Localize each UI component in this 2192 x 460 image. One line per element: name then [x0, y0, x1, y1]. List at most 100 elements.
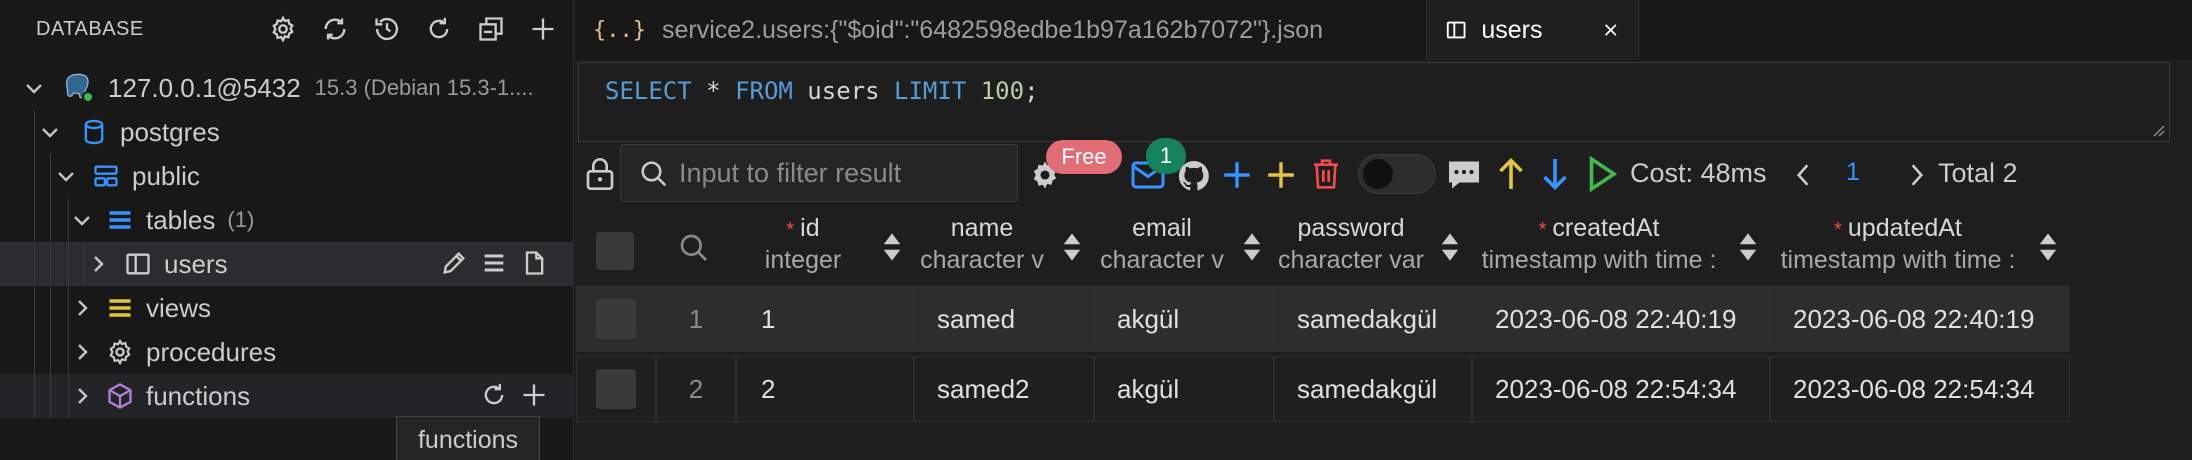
tree-tables-group[interactable]: tables (1)	[0, 198, 574, 242]
tree-connection[interactable]: 127.0.0.1@5432 15.3 (Debian 15.3-1....	[0, 66, 574, 110]
sort-icon[interactable]	[882, 232, 902, 262]
column-type: integer	[764, 246, 842, 274]
column-type: character v	[920, 246, 1044, 274]
cell-updatedAt[interactable]: 2023-06-08 22:40:19	[1770, 286, 2070, 352]
reload-icon[interactable]	[420, 10, 458, 48]
insert-icon[interactable]	[1264, 158, 1298, 192]
cell-createdAt[interactable]: 2023-06-08 22:40:19	[1472, 286, 1770, 352]
column-header-password[interactable]: password character var	[1272, 210, 1470, 286]
sort-icon[interactable]	[1738, 232, 1758, 262]
tree-functions-group[interactable]: functions	[0, 374, 574, 418]
column-header-createdAt[interactable]: * createdAt timestamp with time :	[1470, 210, 1768, 286]
cell-id[interactable]: 1	[736, 286, 914, 352]
required-marker: *	[1834, 219, 1842, 241]
github-icon[interactable]	[1176, 158, 1212, 194]
row-index: 1	[656, 286, 736, 352]
resize-grip-icon[interactable]	[2151, 123, 2165, 137]
sort-icon[interactable]	[1440, 232, 1460, 262]
filter-input-box[interactable]	[620, 144, 1018, 202]
views-list-icon	[109, 299, 131, 317]
schema-name: public	[132, 160, 200, 191]
reload-icon[interactable]	[480, 381, 508, 409]
sql-query: SELECT * FROM users LIMIT 100;	[605, 77, 1039, 105]
gear-icon[interactable]	[264, 10, 302, 48]
sort-icon[interactable]	[2038, 232, 2058, 262]
run-play-icon[interactable]	[1586, 156, 1618, 192]
column-name: password	[1297, 214, 1405, 242]
row-select-cell[interactable]	[576, 356, 656, 422]
tree-table-users[interactable]: users	[0, 242, 574, 286]
sort-icon[interactable]	[1242, 232, 1262, 262]
comment-icon[interactable]	[1446, 158, 1482, 192]
column-header-updatedAt[interactable]: * updatedAt timestamp with time :	[1768, 210, 2068, 286]
tree-procedures-group[interactable]: procedures	[0, 330, 574, 374]
arrow-down-icon[interactable]	[1540, 156, 1570, 192]
filter-input[interactable]	[679, 155, 999, 191]
cell-createdAt[interactable]: 2023-06-08 22:54:34	[1472, 356, 1770, 422]
refresh-icon[interactable]	[316, 10, 354, 48]
chevron-left-icon[interactable]	[1792, 162, 1814, 188]
connection-version: 15.3 (Debian 15.3-1....	[314, 75, 534, 100]
total-count: Total 2	[1938, 158, 2018, 188]
cell-name[interactable]: samed2	[914, 356, 1094, 422]
chevron-down-icon	[58, 172, 74, 182]
cell-id[interactable]: 2	[736, 356, 914, 422]
tree-database[interactable]: postgres	[0, 110, 574, 154]
cell-updatedAt[interactable]: 2023-06-08 22:54:34	[1770, 356, 2070, 422]
chevron-right-icon	[78, 344, 88, 360]
procedures-label: procedures	[146, 336, 277, 367]
chevron-down-icon	[42, 128, 58, 138]
table-row-actions	[440, 249, 548, 277]
column-header-name[interactable]: name character v	[912, 210, 1092, 286]
json-icon: {..}	[593, 17, 646, 43]
column-name: name	[950, 214, 1014, 242]
current-page[interactable]: 1	[1846, 158, 1860, 187]
cell-password[interactable]: samedakgül	[1274, 286, 1472, 352]
row-select-cell[interactable]	[576, 286, 656, 352]
column-type: timestamp with time :	[1780, 246, 2016, 274]
database-icon	[84, 119, 104, 145]
row-checkbox[interactable]	[596, 369, 636, 409]
tree-schema[interactable]: public	[0, 154, 574, 198]
cell-name[interactable]: samed	[914, 286, 1094, 352]
lock-icon[interactable]	[584, 156, 616, 192]
row-checkbox[interactable]	[596, 299, 636, 339]
close-icon[interactable]	[1602, 19, 1620, 41]
cell-email[interactable]: akgül	[1094, 286, 1274, 352]
tree-views-group[interactable]: views	[0, 286, 574, 330]
add-icon[interactable]	[524, 10, 562, 48]
functions-cube-icon	[108, 382, 132, 410]
history-icon[interactable]	[368, 10, 406, 48]
postgres-elephant-icon	[62, 71, 96, 105]
file-icon[interactable]	[520, 249, 548, 277]
search-icon[interactable]	[678, 232, 710, 264]
tab-label: users	[1481, 15, 1543, 44]
add-row-icon[interactable]	[1220, 158, 1254, 192]
tab-users[interactable]: users	[1427, 0, 1639, 60]
tab-json-document[interactable]: {..} service2.users:{"$oid":"6482598edbe…	[575, 0, 1427, 60]
cell-email[interactable]: akgül	[1094, 356, 1274, 422]
select-all-checkbox[interactable]	[596, 232, 634, 270]
list-icon[interactable]	[480, 249, 508, 277]
table-name: users	[164, 248, 228, 279]
free-badge[interactable]: Free	[1046, 140, 1122, 174]
toggle-switch[interactable]	[1358, 154, 1436, 194]
column-header-email[interactable]: email character v	[1092, 210, 1272, 286]
chevron-right-icon	[78, 388, 88, 404]
chevron-down-icon	[74, 216, 90, 226]
column-name: updatedAt	[1847, 214, 1962, 242]
cell-password[interactable]: samedakgül	[1274, 356, 1472, 422]
column-header-id[interactable]: * id integer	[734, 210, 912, 286]
header-select-all[interactable]	[576, 210, 654, 286]
edit-pencil-icon[interactable]	[440, 249, 468, 277]
sort-icon[interactable]	[1062, 232, 1082, 262]
delete-trash-icon[interactable]	[1310, 156, 1342, 192]
arrow-up-icon[interactable]	[1496, 156, 1526, 192]
header-search[interactable]	[654, 210, 732, 286]
sql-editor[interactable]: SELECT * FROM users LIMIT 100;	[578, 62, 2170, 142]
chevron-right-icon[interactable]	[1906, 162, 1928, 188]
connection-host: 127.0.0.1@5432	[108, 72, 301, 103]
add-icon[interactable]	[520, 381, 548, 409]
database-name: postgres	[120, 116, 220, 147]
collapse-all-icon[interactable]	[472, 10, 510, 48]
